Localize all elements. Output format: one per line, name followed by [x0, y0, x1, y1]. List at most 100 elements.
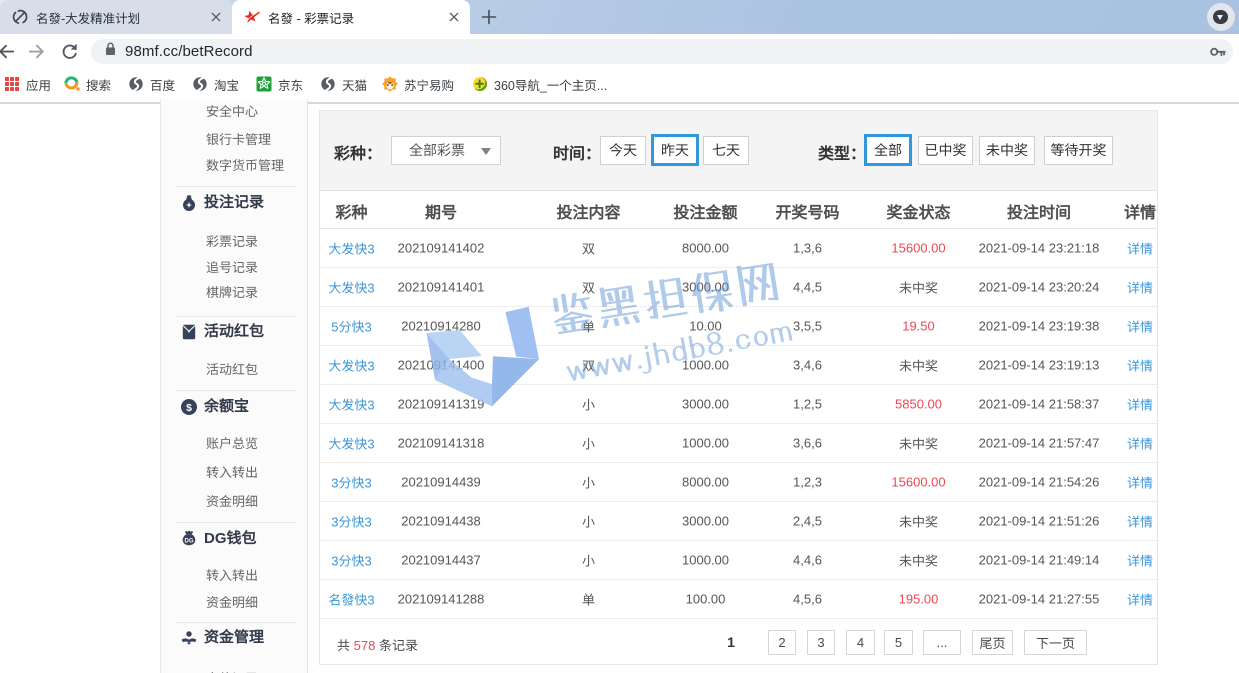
detail-link[interactable]: 详情: [1127, 317, 1153, 336]
type-filter-0[interactable]: 全部: [864, 134, 912, 166]
detail-link[interactable]: 详情: [1127, 356, 1153, 375]
cell-4-1: 202109141319: [398, 397, 485, 412]
sidebar-item-2[interactable]: 数字货币管理: [206, 156, 284, 176]
time-filter-0[interactable]: 今天: [600, 136, 646, 165]
detail-link[interactable]: 详情: [1127, 434, 1153, 453]
page-button-下一页[interactable]: 下一页: [1024, 630, 1087, 655]
page-button-3[interactable]: 3: [807, 630, 835, 655]
cell-8-0[interactable]: 3分快3: [331, 551, 371, 570]
table-row-7: 3分快320210914438小3000.002,4,5未中奖2021-09-1…: [320, 502, 1157, 541]
cell-7-0[interactable]: 3分快3: [331, 512, 371, 531]
lock-icon[interactable]: [105, 42, 116, 61]
bookmark-5[interactable]: 天猫: [320, 71, 367, 97]
col-header-5: 奖金状态: [886, 199, 950, 223]
sidebar-item-14[interactable]: 转入转出: [206, 463, 258, 483]
col-header-6: 投注时间: [1007, 199, 1071, 223]
page-button-4[interactable]: 4: [846, 630, 875, 655]
cell-6-0[interactable]: 3分快3: [331, 473, 371, 492]
sidebar-divider: [177, 316, 296, 317]
funds-icon: [180, 629, 198, 647]
sidebar-section-17[interactable]: DG钱包: [204, 528, 257, 550]
cell-1-1: 202109141401: [398, 280, 485, 295]
forward-icon[interactable]: [24, 39, 49, 64]
cell-5-2: 小: [582, 434, 595, 453]
col-header-1: 期号: [425, 199, 457, 223]
bookmark-6[interactable]: 苏宁易购: [382, 71, 454, 97]
sidebar-section-4[interactable]: 投注记录: [204, 192, 264, 214]
sidebar-item-15[interactable]: 资金明细: [206, 492, 258, 512]
table-row-1: 大发快3202109141401双3000.004,4,5未中奖2021-09-…: [320, 268, 1157, 307]
bookmark-2[interactable]: 百度: [128, 71, 175, 97]
bookmark-1[interactable]: 搜索: [64, 71, 111, 97]
sidebar-item-6[interactable]: 追号记录: [206, 258, 258, 278]
jd-icon: [256, 76, 272, 92]
cell-0-0[interactable]: 大发快3: [328, 239, 374, 258]
tab-records-favicon-icon: [244, 9, 260, 25]
cell-2-6: 2021-09-14 23:19:38: [979, 319, 1100, 334]
cell-3-6: 2021-09-14 23:19:13: [979, 358, 1100, 373]
cell-4-0[interactable]: 大发快3: [328, 395, 374, 414]
page-button-5[interactable]: 5: [884, 630, 913, 655]
cell-5-0[interactable]: 大发快3: [328, 434, 374, 453]
cell-6-2: 小: [582, 473, 595, 492]
sidebar-item-18[interactable]: 转入转出: [206, 566, 258, 586]
cell-3-0[interactable]: 大发快3: [328, 356, 374, 375]
sidebar-item-10[interactable]: 活动红包: [206, 360, 258, 380]
type-filter-2[interactable]: 未中奖: [979, 136, 1035, 165]
key-icon[interactable]: [1209, 43, 1227, 66]
tab-records[interactable]: 名發 - 彩票记录: [232, 0, 470, 34]
cell-5-6: 2021-09-14 21:57:47: [979, 436, 1100, 451]
sidebar-section-12[interactable]: 余额宝: [204, 396, 249, 418]
sidebar-item-1[interactable]: 银行卡管理: [206, 130, 271, 150]
cell-2-5: 19.50: [902, 319, 935, 334]
cell-3-3: 1000.00: [682, 358, 729, 373]
cell-9-0[interactable]: 名發快3: [328, 590, 374, 609]
tab-records-close-icon[interactable]: [446, 9, 462, 25]
sidebar-section-21[interactable]: 资金管理: [204, 627, 264, 649]
detail-link[interactable]: 详情: [1127, 239, 1153, 258]
tab-plan[interactable]: 名發-大发精准计划: [0, 0, 232, 34]
detail-link[interactable]: 详情: [1127, 512, 1153, 531]
type-filter-1[interactable]: 已中奖: [918, 136, 973, 165]
cell-2-0[interactable]: 5分快3: [331, 317, 371, 336]
reload-icon[interactable]: [57, 39, 82, 64]
cell-2-1: 20210914280: [401, 319, 481, 334]
bookmark-4[interactable]: 京东: [256, 71, 303, 97]
lottery-select[interactable]: 全部彩票: [391, 136, 501, 165]
sidebar-divider: [177, 622, 296, 623]
sidebar-item-5[interactable]: 彩票记录: [206, 232, 258, 252]
tab-search-button[interactable]: [1207, 3, 1235, 31]
detail-link[interactable]: 详情: [1127, 590, 1153, 609]
caret-down-icon: [1217, 15, 1223, 20]
bookmark-7[interactable]: 360导航_一个主页...: [472, 71, 607, 97]
detail-link[interactable]: 详情: [1127, 551, 1153, 570]
sidebar-item-7[interactable]: 棋牌记录: [206, 283, 258, 303]
page-button-尾页[interactable]: 尾页: [972, 630, 1013, 655]
sidebar-item-0[interactable]: 安全中心: [206, 102, 258, 122]
detail-link[interactable]: 详情: [1127, 278, 1153, 297]
tab-plan-close-icon[interactable]: [208, 9, 224, 25]
page-button-...[interactable]: ...: [923, 630, 961, 655]
sidebar-item-22[interactable]: 充值记录: [206, 669, 258, 673]
time-filter-1[interactable]: 昨天: [651, 134, 699, 166]
detail-link[interactable]: 详情: [1127, 395, 1153, 414]
sidebar-item-19[interactable]: 资金明细: [206, 593, 258, 613]
detail-link[interactable]: 详情: [1127, 473, 1153, 492]
cell-4-5: 5850.00: [895, 397, 942, 412]
back-icon[interactable]: [0, 39, 19, 64]
cell-1-0[interactable]: 大发快3: [328, 278, 374, 297]
sidebar-divider: [177, 390, 296, 391]
bookmark-0[interactable]: 应用: [4, 71, 51, 97]
new-tab-button[interactable]: [479, 7, 499, 27]
sidebar-section-9[interactable]: 活动红包: [204, 321, 264, 343]
record-total: 共 578 条记录: [337, 635, 418, 654]
browser-toolbar: 98mf.cc/betRecord: [0, 34, 1239, 68]
cell-1-4: 4,4,5: [793, 280, 822, 295]
time-filter-2[interactable]: 七天: [703, 136, 749, 165]
sidebar-item-13[interactable]: 账户总览: [206, 434, 258, 454]
page-button-2[interactable]: 2: [768, 630, 796, 655]
type-filter-3[interactable]: 等待开奖: [1044, 136, 1113, 165]
apps-grid-icon: [4, 76, 20, 92]
url-bar[interactable]: 98mf.cc/betRecord: [91, 39, 1233, 64]
bookmark-3[interactable]: 淘宝: [192, 71, 239, 97]
